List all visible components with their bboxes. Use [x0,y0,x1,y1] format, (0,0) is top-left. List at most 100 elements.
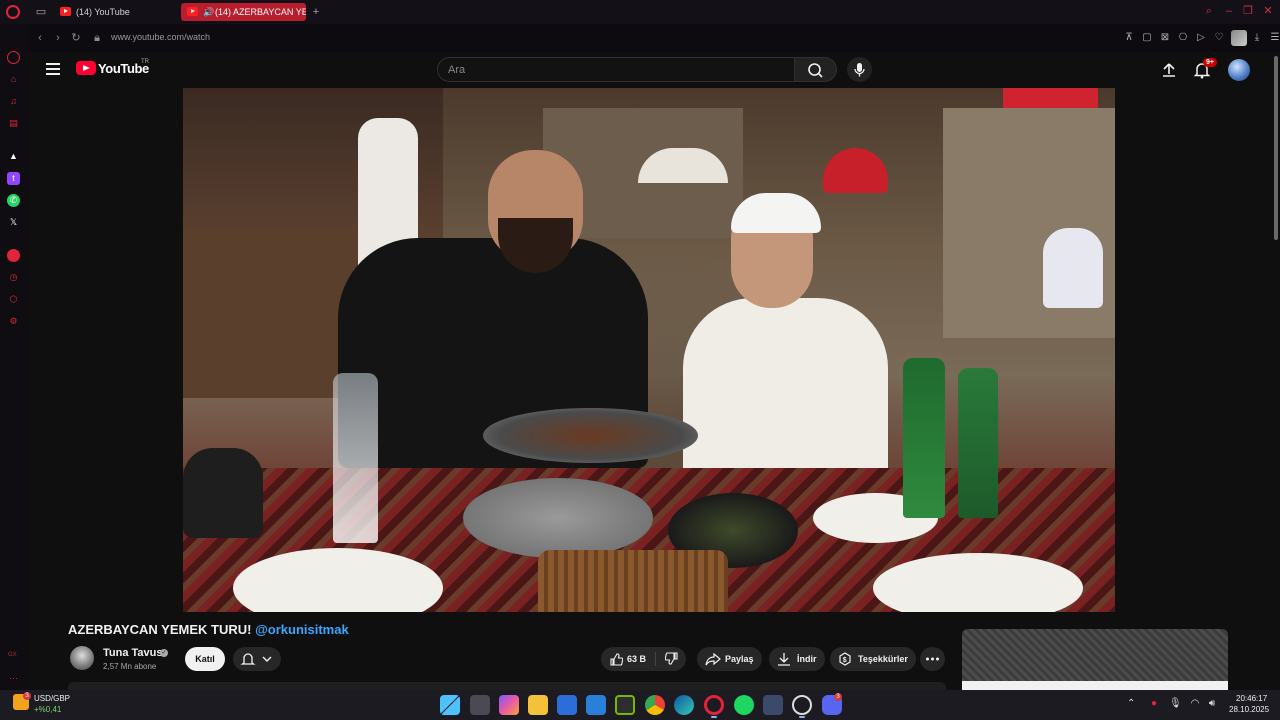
easy-setup-icon[interactable]: ☰ [1269,32,1280,44]
microsoft-store-icon[interactable] [557,695,577,715]
green-bottle-2 [958,368,998,518]
share-arrow-icon [705,652,721,666]
outlook-icon[interactable] [586,695,606,715]
start-windows-icon[interactable] [440,695,460,715]
ticker-label[interactable]: USD/GBP [34,694,70,703]
clock-time[interactable]: 20:46:17 [1236,694,1267,703]
voice-search-button[interactable] [847,57,872,82]
address-bar: ‹ › ↻ 🔒︎ www.youtube.com/watch ⊼ ▢ ⊠ ⎔ ▷… [28,24,1280,52]
twitch-icon[interactable]: t [7,172,20,185]
chrome-icon[interactable] [645,695,665,715]
thanks-label: Teşekkürler [858,654,908,664]
opera-gx-icon[interactable] [704,695,724,715]
settings-gear-icon[interactable]: ⚙ [7,315,20,328]
super-thanks-icon: $ [839,652,851,666]
recommended-video-card[interactable] [962,629,1228,690]
player-icon[interactable]: ▷ [1195,32,1207,44]
share-label: Paylaş [725,654,754,664]
aria-icon[interactable] [7,51,20,64]
scrollbar-thumb[interactable] [1274,56,1278,240]
youtube-favicon-icon [187,7,198,16]
wooden-cabinet [183,228,363,398]
close-icon[interactable]: ✕ [1261,4,1275,18]
download-button[interactable]: İndir [769,647,825,671]
microphone-tray-icon[interactable]: 🎙︎ [1169,698,1182,710]
minimize-icon[interactable]: – [1222,4,1236,18]
red-lampshade [823,148,888,193]
running-indicator [799,716,805,718]
description-box[interactable] [68,682,946,690]
youtube-logo-icon[interactable] [76,61,96,75]
volume-icon[interactable]: 🔊︎ [1206,698,1218,710]
tray-overflow-chevron-icon[interactable]: ⌃ [1127,698,1135,709]
player-sidebar-icon[interactable] [7,249,20,262]
page-scrollbar[interactable] [1272,52,1280,690]
dislike-button[interactable] [655,647,686,671]
search-button[interactable] [795,57,837,82]
lock-icon: 🔒︎ [94,32,100,44]
extensions-icon[interactable]: ⬡ [7,293,20,306]
speaker-icon[interactable]: 🔊 [203,3,214,21]
nvidia-icon[interactable] [615,695,635,715]
browser-sidebar: ⌂ ♫ ▤ ▲ t ✆ 𝕏 ◷ ⬡ ⚙ ··· [0,24,28,690]
x-twitter-icon[interactable]: 𝕏 [7,216,20,229]
forward-icon[interactable]: › [52,32,64,44]
account-avatar[interactable] [1228,59,1250,81]
youtube-favicon-icon [60,7,71,16]
url-text[interactable]: www.youtube.com/watch [111,32,210,42]
opera-logo-icon[interactable] [6,5,20,19]
tray-app-icon[interactable]: ● [1148,698,1160,710]
like-count: 63 B [627,654,647,664]
channel-avatar[interactable] [70,646,94,670]
create-upload-icon[interactable] [1161,62,1177,78]
search-input[interactable] [438,58,794,81]
arc-icon[interactable]: ▲ [7,150,20,163]
subscription-bell-button[interactable] [233,647,281,671]
youtube-page: YouTube TR 9+ [28,52,1280,690]
copilot-icon[interactable] [499,695,519,715]
back-icon[interactable]: ‹ [34,32,46,44]
more-actions-button[interactable] [920,647,945,671]
app-cursor-icon[interactable] [792,695,812,715]
vpn-icon[interactable]: ⎔ [1177,32,1189,44]
search-field[interactable] [437,57,795,82]
more-dots-icon[interactable]: ··· [7,672,20,685]
share-button[interactable]: Paylaş [697,647,762,671]
file-explorer-icon[interactable] [528,695,548,715]
download-icon[interactable]: ⤓ [1251,32,1263,44]
snapshot-icon[interactable]: ▢ [1141,32,1153,44]
thumbs-up-icon [610,653,623,666]
notification-badge: 9+ [1203,58,1217,67]
metal-tray [463,478,653,558]
new-tab-plus-icon[interactable]: + [309,5,323,19]
heart-icon[interactable]: ♡ [1213,32,1225,44]
video-player[interactable] [183,88,1115,612]
clock-date[interactable]: 28.10.2025 [1229,705,1269,714]
maximize-icon[interactable]: ❐ [1241,4,1255,18]
task-view-icon[interactable] [470,695,490,715]
tab-islands-icon[interactable]: ▭ [34,5,48,19]
reload-icon[interactable]: ↻ [70,32,82,44]
widget-badge: 3 [23,692,31,700]
mention-link[interactable]: @orkunisitmak [255,622,349,637]
spotify-icon[interactable] [734,695,754,715]
history-icon[interactable]: ◷ [7,271,20,284]
news-icon[interactable]: ▤ [7,117,20,130]
more-horizontal-icon [926,657,939,661]
join-button[interactable]: Katıl [185,647,225,671]
whatsapp-icon[interactable]: ✆ [7,194,20,207]
menu-icon[interactable] [46,63,60,75]
channel-name[interactable]: Tuna Tavus [103,647,163,659]
thanks-button[interactable]: $ Teşekkürler [830,647,916,671]
tab-youtube[interactable]: (14) YouTube [54,3,174,21]
pin-icon[interactable]: ⊼ [1123,32,1135,44]
wifi-icon[interactable]: ◠ [1189,698,1201,710]
tab-active-video[interactable]: 🔊 (14) AZERBAYCAN YE [181,3,306,21]
profile-thumb-icon[interactable] [1231,30,1247,46]
adblock-icon[interactable]: ⊠ [1159,32,1171,44]
search-tabs-icon[interactable]: ⌕ [1202,4,1216,18]
music-icon[interactable]: ♫ [7,95,20,108]
store-icon[interactable]: ⌂ [7,73,20,86]
steam-icon[interactable] [763,695,783,715]
edge-icon[interactable] [674,695,694,715]
